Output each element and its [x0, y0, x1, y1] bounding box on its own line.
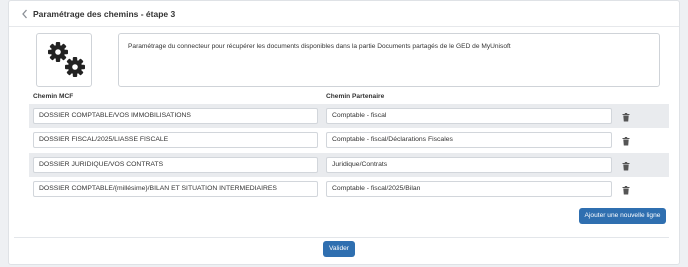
- add-row-button[interactable]: Ajouter une nouvelle ligne: [579, 208, 666, 224]
- table-row: DOSSIER COMPTABLE/{millésime}/BILAN ET S…: [29, 177, 669, 201]
- gears-icon-box: [36, 33, 92, 87]
- mcf-path-input[interactable]: DOSSIER COMPTABLE/{millésime}/BILAN ET S…: [33, 181, 318, 197]
- table-row: DOSSIER JURIDIQUE/VOS CONTRATS Juridique…: [29, 153, 669, 177]
- connector-description: Paramétrage du connecteur pour récupérer…: [118, 33, 660, 87]
- card-header: Paramétrage des chemins - étape 3: [9, 1, 679, 27]
- mcf-path-input[interactable]: DOSSIER FISCAL/2025/LIASSE FISCALE: [33, 132, 318, 148]
- page-title: Paramétrage des chemins - étape 3: [33, 9, 176, 19]
- table-row: DOSSIER COMPTABLE/VOS IMMOBILISATIONS Co…: [29, 104, 669, 128]
- trash-icon[interactable]: [622, 133, 630, 146]
- partner-path-input[interactable]: Comptable - fiscal: [326, 108, 612, 124]
- partner-path-input[interactable]: Juridique/Contrats: [326, 157, 612, 173]
- settings-card: Paramétrage des chemins - étape 3 Paramé…: [8, 0, 680, 265]
- mcf-path-input[interactable]: DOSSIER COMPTABLE/VOS IMMOBILISATIONS: [33, 108, 318, 124]
- chevron-left-icon[interactable]: [20, 8, 30, 20]
- trash-icon[interactable]: [622, 158, 630, 171]
- column-header-partner: Chemin Partenaire: [326, 93, 385, 100]
- partner-path-input[interactable]: Comptable - fiscal/Déclarations Fiscales: [326, 132, 612, 148]
- divider: [14, 237, 669, 238]
- validate-button[interactable]: Valider: [323, 241, 355, 257]
- table-row: DOSSIER FISCAL/2025/LIASSE FISCALE Compt…: [29, 128, 669, 152]
- gears-icon: [48, 42, 85, 77]
- mcf-path-input[interactable]: DOSSIER JURIDIQUE/VOS CONTRATS: [33, 157, 318, 173]
- partner-path-input[interactable]: Comptable - fiscal/2025/Bilan: [326, 181, 612, 197]
- trash-icon[interactable]: [622, 109, 630, 122]
- trash-icon[interactable]: [622, 182, 630, 195]
- column-header-mcf: Chemin MCF: [33, 93, 74, 100]
